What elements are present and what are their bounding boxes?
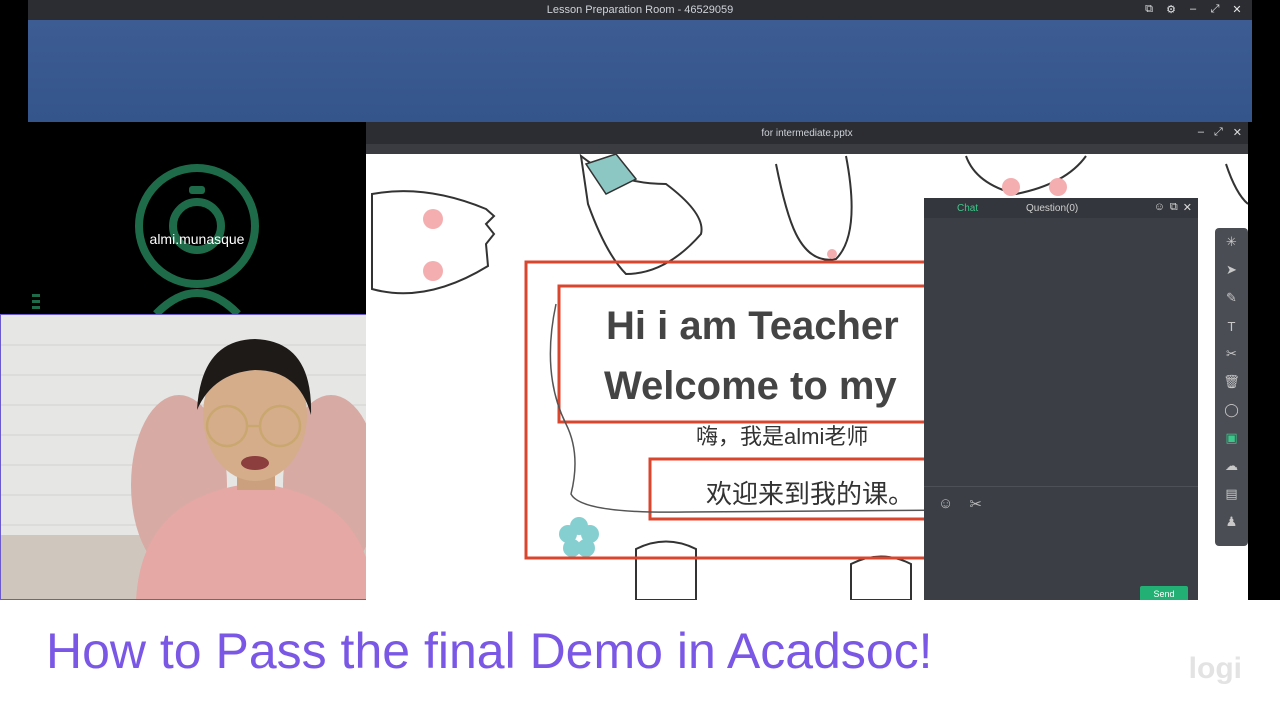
courseware-icon[interactable]: ▤ bbox=[1220, 480, 1244, 508]
cloud-icon[interactable]: ☁ bbox=[1220, 452, 1244, 480]
video-caption: How to Pass the final Demo in Acadsoc! bbox=[46, 623, 933, 679]
drawing-toolbar: ✳ ➤ ✎ T ✂ 🗑 ◯ ▣ ☁ ▤ ♟ bbox=[1215, 228, 1248, 546]
slide-heading-line1: Hi i am Teacher bbox=[606, 304, 899, 348]
student-camera-panel: almi.munasque bbox=[28, 122, 366, 317]
slide-chinese-line2: 欢迎来到我的课。 bbox=[706, 479, 915, 509]
close-icon[interactable]: ✕ bbox=[1233, 126, 1242, 139]
header-banner bbox=[28, 20, 1252, 122]
minimize-icon[interactable]: – bbox=[1198, 126, 1204, 139]
slide-chinese-line1: 嗨，我是almi老师 bbox=[696, 424, 869, 449]
tab-chat[interactable]: Chat bbox=[957, 203, 978, 214]
right-black-bar bbox=[1252, 0, 1280, 600]
caption-bar: How to Pass the final Demo in Acadsoc! l… bbox=[0, 600, 1280, 720]
close-icon[interactable]: ✕ bbox=[1230, 2, 1244, 16]
pen-icon[interactable]: ✎ bbox=[1220, 284, 1244, 312]
camera-placeholder-icon bbox=[32, 164, 259, 317]
shape-icon[interactable]: ◯ bbox=[1220, 396, 1244, 424]
emoji-icon[interactable]: ☺ bbox=[938, 495, 953, 513]
window-titlebar: Lesson Preparation Room - 46529059 ⧉ ⚙ –… bbox=[28, 0, 1252, 20]
watermark-logo: logi bbox=[1188, 652, 1242, 685]
fullscreen-icon[interactable]: ⧉ bbox=[1142, 2, 1156, 16]
presentation-toolbar-strip bbox=[366, 144, 1248, 154]
chat-tabs: Chat Question(0) ☺ ⧉ ✕ bbox=[924, 198, 1198, 218]
trash-icon[interactable]: 🗑 bbox=[1220, 368, 1244, 396]
laser-pointer-icon[interactable]: ✳ bbox=[1220, 228, 1244, 256]
minimize-icon[interactable]: – bbox=[1186, 2, 1200, 16]
chat-panel: Chat Question(0) ☺ ⧉ ✕ ☺ ✂ Send bbox=[924, 198, 1198, 600]
slide-heading-line2: Welcome to my bbox=[604, 364, 897, 408]
close-icon[interactable]: ✕ bbox=[1183, 201, 1192, 214]
select-arrow-icon[interactable]: ➤ bbox=[1220, 256, 1244, 284]
scissors-icon[interactable]: ✂ bbox=[1220, 340, 1244, 368]
chat-icon[interactable]: ▣ bbox=[1220, 424, 1244, 452]
users-icon[interactable]: ♟ bbox=[1220, 508, 1244, 536]
presentation-title: for intermediate.pptx bbox=[761, 128, 853, 139]
popout-icon[interactable]: ⧉ bbox=[1170, 201, 1178, 214]
restore-icon[interactable]: ⤢ bbox=[1208, 2, 1222, 16]
window-title: Lesson Preparation Room - 46529059 bbox=[546, 4, 734, 16]
text-icon[interactable]: T bbox=[1220, 312, 1244, 340]
maximize-icon[interactable]: ⤢ bbox=[1214, 126, 1223, 139]
gear-icon[interactable]: ⚙ bbox=[1164, 2, 1178, 16]
chat-divider bbox=[924, 486, 1198, 487]
presentation-titlebar: for intermediate.pptx – ⤢ ✕ bbox=[366, 122, 1248, 144]
tab-question[interactable]: Question(0) bbox=[1026, 203, 1078, 214]
scissors-icon[interactable]: ✂ bbox=[969, 495, 982, 513]
participant-name: almi.munasque bbox=[149, 231, 245, 247]
chat-bubble-icon[interactable]: ☺ bbox=[1154, 201, 1165, 214]
send-button[interactable]: Send bbox=[1140, 586, 1188, 600]
